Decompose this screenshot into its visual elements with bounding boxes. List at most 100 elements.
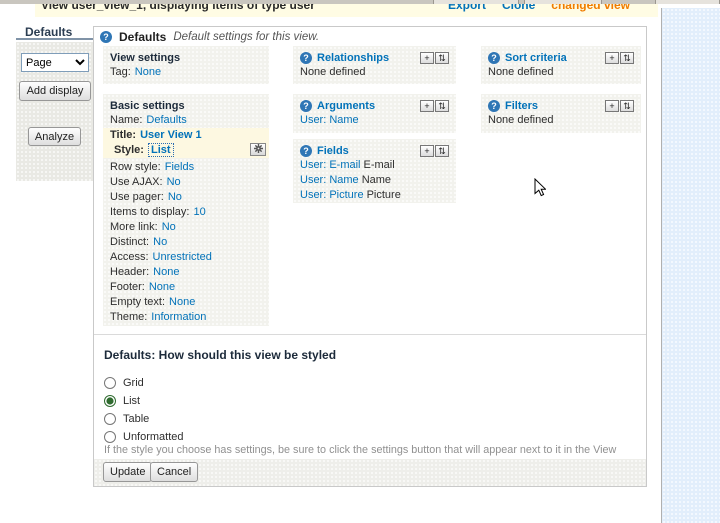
items-to-display-link[interactable]: 10	[193, 206, 205, 218]
help-icon[interactable]: ?	[488, 52, 500, 64]
setting-label: Name:	[110, 114, 142, 126]
use-pager-link[interactable]: No	[168, 191, 182, 203]
setting-label: Footer:	[110, 281, 145, 293]
field-link[interactable]: User: Picture	[300, 189, 364, 201]
setting-row: Use AJAX: No	[110, 175, 262, 190]
rearrange-icon[interactable]: ⇅	[435, 145, 449, 157]
export-link[interactable]: Export	[448, 4, 486, 12]
field-label: E-mail	[364, 159, 395, 171]
display-type-select[interactable]: Page	[21, 53, 89, 72]
radio-label: Grid	[123, 377, 144, 389]
add-icon[interactable]: +	[605, 52, 619, 64]
relationships-title-link[interactable]: Relationships	[317, 52, 389, 64]
arguments-title-link[interactable]: Arguments	[317, 100, 375, 112]
empty-text: None defined	[488, 65, 634, 80]
field-row: User: PicturePicture	[300, 188, 449, 203]
style-option-grid[interactable]: Grid	[104, 374, 184, 392]
setting-label: Tag:	[110, 66, 131, 78]
unformatted-radio[interactable]	[104, 431, 116, 443]
add-icon[interactable]: +	[420, 52, 434, 64]
field-link[interactable]: User: E-mail	[300, 159, 361, 171]
clone-link[interactable]: Clone	[502, 4, 535, 12]
setting-row: Access:Unrestricted	[110, 250, 262, 265]
setting-label: Items to display:	[110, 206, 189, 218]
setting-row: Distinct:No	[110, 235, 262, 250]
filters-title-link[interactable]: Filters	[505, 100, 538, 112]
defaults-header-subtitle: Default settings for this view.	[173, 31, 319, 43]
sort-criteria-title-link[interactable]: Sort criteria	[505, 52, 567, 64]
style-settings-form: Defaults: How should this view be styled…	[94, 334, 646, 486]
display-sidebar: Page Add display Analyze	[16, 42, 93, 181]
argument-link[interactable]: User: Name	[300, 114, 359, 126]
help-icon[interactable]: ?	[300, 145, 312, 157]
add-display-button[interactable]: Add display	[19, 81, 91, 101]
empty-text-link[interactable]: None	[169, 296, 195, 308]
page-background-strip	[661, 8, 720, 523]
add-icon[interactable]: +	[420, 145, 434, 157]
tag-link[interactable]: None	[135, 66, 161, 78]
setting-label: Use pager:	[110, 191, 164, 203]
setting-row: Use pager: No	[110, 190, 262, 205]
rearrange-icon[interactable]: ⇅	[620, 52, 634, 64]
empty-text: None defined	[300, 65, 449, 80]
style-link[interactable]: List	[148, 143, 174, 157]
rearrange-icon[interactable]: ⇅	[435, 100, 449, 112]
form-actions: Update Cancel	[94, 459, 646, 486]
field-link[interactable]: User: Name	[300, 174, 359, 186]
setting-row-style: Style:List	[103, 143, 269, 158]
basic-settings-panel: Basic settings Name: Defaults Title: User …	[103, 94, 269, 326]
setting-row: Footer: None	[110, 280, 262, 295]
style-options: Grid List Table Unformatted	[104, 374, 184, 446]
style-settings-gear-icon[interactable]	[250, 143, 266, 156]
setting-label: Use AJAX:	[110, 176, 163, 188]
style-option-list[interactable]: List	[104, 392, 184, 410]
setting-label: Title:	[110, 129, 136, 141]
setting-row: More link:No	[110, 220, 262, 235]
access-link[interactable]: Unrestricted	[153, 251, 212, 263]
empty-text: None defined	[488, 113, 634, 128]
tab-defaults[interactable]: Defaults	[16, 24, 93, 40]
view-title: View user_view_1, displaying items of ty…	[41, 4, 315, 12]
use-ajax-link[interactable]: No	[167, 176, 181, 188]
list-radio[interactable]	[104, 395, 116, 407]
browser-tab	[655, 0, 720, 4]
style-option-table[interactable]: Table	[104, 410, 184, 428]
more-link-link[interactable]: No	[162, 221, 176, 233]
relationships-panel: ? Relationships +⇅ None defined	[293, 46, 456, 84]
help-icon[interactable]: ?	[488, 100, 500, 112]
fields-title-link[interactable]: Fields	[317, 145, 349, 157]
distinct-link[interactable]: No	[153, 236, 167, 248]
basic-settings-title: Basic settings	[110, 100, 185, 112]
defaults-header: ? Defaults Default settings for this vie…	[100, 30, 319, 44]
setting-row: Items to display: 10	[110, 205, 262, 220]
sort-criteria-panel: ? Sort criteria +⇅ None defined	[481, 46, 641, 84]
fields-panel: ? Fields +⇅ User: E-mailE-mail User: Nam…	[293, 139, 456, 203]
defaults-header-title: Defaults	[119, 30, 166, 44]
rearrange-icon[interactable]: ⇅	[620, 100, 634, 112]
title-link[interactable]: User View 1	[140, 129, 202, 141]
view-settings-title: View settings	[110, 52, 180, 64]
add-icon[interactable]: +	[420, 100, 434, 112]
help-icon[interactable]: ?	[300, 100, 312, 112]
setting-row: Theme:Information	[110, 310, 262, 325]
setting-label: Row style:	[110, 161, 161, 173]
update-button[interactable]: Update	[103, 462, 152, 482]
name-link[interactable]: Defaults	[146, 114, 186, 126]
grid-radio[interactable]	[104, 377, 116, 389]
setting-row: Name: Defaults	[110, 113, 262, 128]
setting-row: Tag: None	[110, 65, 262, 80]
header-link[interactable]: None	[153, 266, 179, 278]
theme-link[interactable]: Information	[151, 311, 206, 323]
add-icon[interactable]: +	[605, 100, 619, 112]
row-style-link[interactable]: Fields	[165, 161, 194, 173]
help-icon[interactable]: ?	[100, 31, 112, 43]
footer-link[interactable]: None	[149, 281, 175, 293]
help-icon[interactable]: ?	[300, 52, 312, 64]
analyze-button[interactable]: Analyze	[28, 127, 81, 146]
setting-row: Empty text:None	[110, 295, 262, 310]
changed-view-link[interactable]: changed view	[551, 4, 630, 12]
cancel-button[interactable]: Cancel	[150, 462, 198, 482]
table-radio[interactable]	[104, 413, 116, 425]
argument-row: User: Name	[300, 113, 449, 128]
rearrange-icon[interactable]: ⇅	[435, 52, 449, 64]
